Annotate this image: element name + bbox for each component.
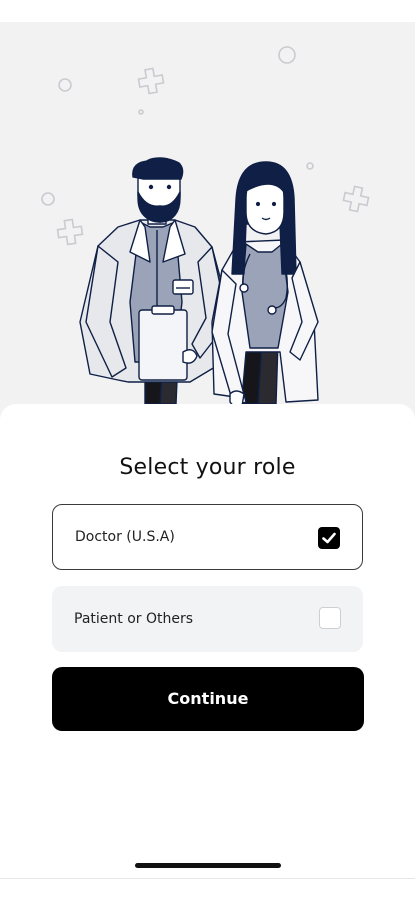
checkbox-checked-icon[interactable] [318, 527, 340, 549]
hero-illustration [0, 22, 415, 422]
page-title: Select your role [119, 455, 296, 480]
status-bar [0, 0, 415, 22]
home-indicator [135, 863, 281, 868]
doctors-illustration [41, 46, 370, 408]
role-option-label: Doctor (U.S.A) [75, 529, 175, 545]
continue-button[interactable]: Continue [52, 667, 364, 731]
role-option-patient[interactable]: Patient or Others [52, 586, 363, 652]
bottom-divider [0, 878, 415, 879]
role-option-label: Patient or Others [74, 611, 194, 627]
role-option-doctor[interactable]: Doctor (U.S.A) [52, 504, 363, 570]
checkbox-empty-icon[interactable] [319, 607, 341, 629]
